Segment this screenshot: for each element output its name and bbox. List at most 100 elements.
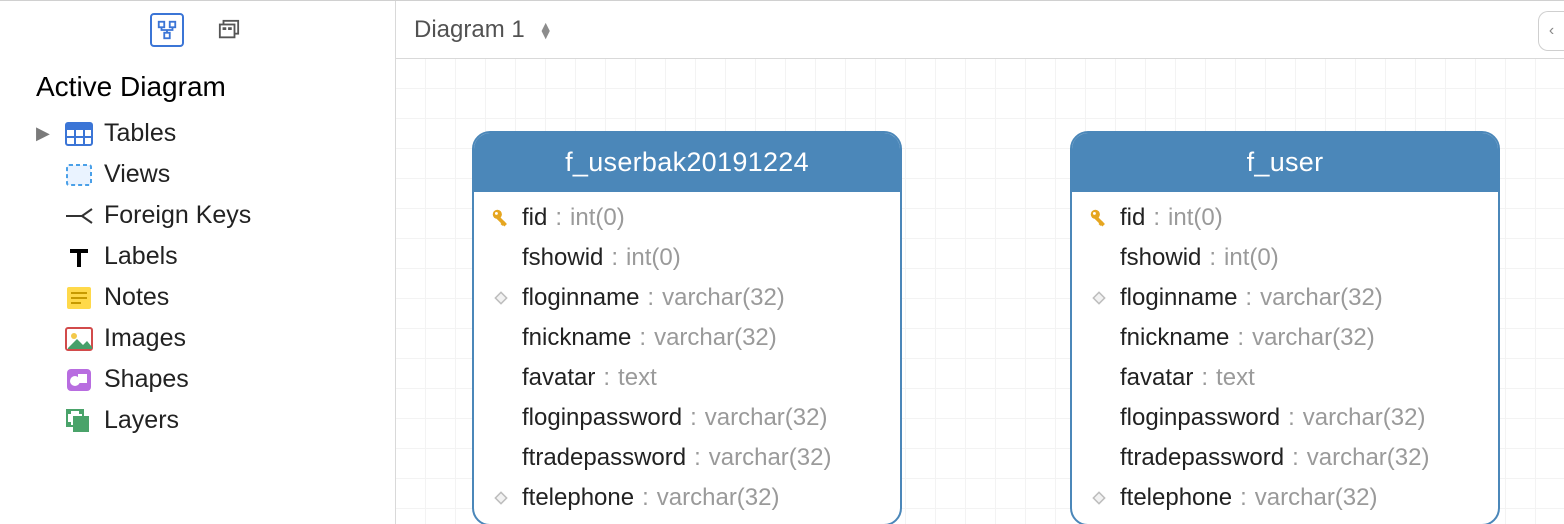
entity-title[interactable]: f_userbak20191224 (474, 133, 900, 192)
index-diamond-icon (488, 290, 514, 306)
column-type: int(0) (570, 204, 625, 232)
column-type: varchar(32) (1307, 444, 1430, 472)
diagram-tabbar: Diagram 1 ▲▼ ‹ (396, 1, 1564, 59)
column-name: favatar (522, 364, 595, 392)
column-name: ftelephone (1120, 484, 1232, 512)
column-name: floginname (522, 284, 639, 312)
model-tree-toggle[interactable] (150, 13, 184, 47)
sidebar-toolbar (0, 1, 395, 59)
sidebar-item-foreign-keys[interactable]: Foreign Keys (36, 195, 375, 236)
column-type: varchar(32) (705, 404, 828, 432)
column-type: varchar(32) (709, 444, 832, 472)
expand-panel-button[interactable]: ‹ (1538, 11, 1564, 51)
entity-column-row[interactable]: fshowid: int(0) (1072, 238, 1498, 278)
column-type: int(0) (1224, 244, 1279, 272)
sidebar-item-layers[interactable]: Layers (36, 400, 375, 441)
entity-column-row[interactable]: ftelephone: varchar(32) (474, 478, 900, 518)
colon: : (611, 244, 618, 272)
colon: : (1288, 404, 1295, 432)
column-type: int(0) (626, 244, 681, 272)
column-type: text (618, 364, 657, 392)
sidebar-item-label: Tables (104, 119, 176, 148)
column-type: varchar(32) (1252, 324, 1375, 352)
stack-icon (217, 19, 241, 41)
tab-stepper-icon[interactable]: ▲▼ (539, 22, 553, 38)
entity-table[interactable]: f_userfid: int(0)fshowid: int(0)floginna… (1070, 131, 1500, 524)
column-type: int(0) (1168, 204, 1223, 232)
entity-column-row[interactable]: fnickname: varchar(32) (474, 318, 900, 358)
colon: : (1245, 284, 1252, 312)
colon: : (690, 404, 697, 432)
sidebar-section-title: Active Diagram (36, 71, 375, 103)
entity-columns: fid: int(0)fshowid: int(0)floginname: va… (1072, 192, 1498, 524)
colon: : (639, 324, 646, 352)
sidebar-item-label: Layers (104, 406, 179, 435)
column-name: fnickname (1120, 324, 1229, 352)
column-name: floginpassword (522, 404, 682, 432)
sidebar-body: Active Diagram ▶ Tables Views (0, 59, 395, 441)
column-type: varchar(32) (1260, 284, 1383, 312)
sidebar-item-shapes[interactable]: Shapes (36, 359, 375, 400)
colon: : (1240, 484, 1247, 512)
sidebar-item-labels[interactable]: Labels (36, 236, 375, 277)
entity-column-row[interactable]: floginpassword: varchar(32) (474, 398, 900, 438)
colon: : (1153, 204, 1160, 232)
colon: : (555, 204, 562, 232)
entity-column-row[interactable]: ftelephone: varchar(32) (1072, 478, 1498, 518)
index-diamond-icon (1086, 490, 1112, 506)
column-name: fshowid (1120, 244, 1201, 272)
layer-icon (64, 408, 94, 434)
entity-column-row[interactable]: fid: int(0) (1072, 198, 1498, 238)
diagram-tab-label: Diagram 1 (414, 16, 525, 44)
column-name: fid (1120, 204, 1145, 232)
column-type: varchar(32) (1255, 484, 1378, 512)
colon: : (1237, 324, 1244, 352)
sidebar-item-label: Labels (104, 242, 178, 271)
sidebar-item-views[interactable]: Views (36, 154, 375, 195)
view-icon (64, 162, 94, 188)
entity-column-row[interactable]: floginpassword: varchar(32) (1072, 398, 1498, 438)
image-icon (64, 326, 94, 352)
entity-column-row[interactable]: fnickname: varchar(32) (1072, 318, 1498, 358)
shape-icon (64, 367, 94, 393)
diagram-tab[interactable]: Diagram 1 ▲▼ (414, 16, 553, 44)
note-icon (64, 285, 94, 311)
key-icon (488, 207, 514, 229)
entity-column-row[interactable]: favatar: text (474, 358, 900, 398)
diagram-canvas[interactable]: f_userbak20191224fid: int(0)fshowid: int… (396, 59, 1564, 524)
entity-column-row[interactable]: floginname: varchar(32) (1072, 278, 1498, 318)
sidebar-item-label: Foreign Keys (104, 201, 251, 230)
column-type: varchar(32) (657, 484, 780, 512)
sidebar-item-tables[interactable]: ▶ Tables (36, 113, 375, 154)
app-root: Active Diagram ▶ Tables Views (0, 0, 1564, 524)
colon: : (694, 444, 701, 472)
column-type: varchar(32) (1303, 404, 1426, 432)
entity-column-row[interactable]: fshowid: int(0) (474, 238, 900, 278)
index-diamond-icon (1086, 290, 1112, 306)
sidebar-item-label: Shapes (104, 365, 189, 394)
entity-title[interactable]: f_user (1072, 133, 1498, 192)
entity-column-row[interactable]: fid: int(0) (474, 198, 900, 238)
entity-columns: fid: int(0)fshowid: int(0)floginname: va… (474, 192, 900, 524)
sidebar-item-images[interactable]: Images (36, 318, 375, 359)
entity-table[interactable]: f_userbak20191224 fid: int(0)fshowid: int… (472, 131, 902, 524)
sidebar-item-label: Notes (104, 283, 169, 312)
hierarchy-icon (156, 19, 178, 41)
column-type: varchar(32) (654, 324, 777, 352)
main-area: Diagram 1 ▲▼ ‹ f_userbak20191224fid: int… (396, 1, 1564, 524)
entity-column-row[interactable]: floginname: varchar(32) (474, 278, 900, 318)
table-icon (64, 121, 94, 147)
colon: : (603, 364, 610, 392)
fk-icon (64, 203, 94, 229)
sidebar-item-notes[interactable]: Notes (36, 277, 375, 318)
colon: : (1201, 364, 1208, 392)
entity-column-row[interactable]: favatar: text (1072, 358, 1498, 398)
entity-column-row[interactable]: ftradepassword: varchar(32) (474, 438, 900, 478)
colon: : (1209, 244, 1216, 272)
diagram-list-toggle[interactable] (212, 13, 246, 47)
column-name: ftradepassword (1120, 444, 1284, 472)
entity-column-row[interactable]: ftradepassword: varchar(32) (1072, 438, 1498, 478)
column-name: favatar (1120, 364, 1193, 392)
colon: : (642, 484, 649, 512)
caret-right-icon: ▶ (36, 123, 54, 144)
